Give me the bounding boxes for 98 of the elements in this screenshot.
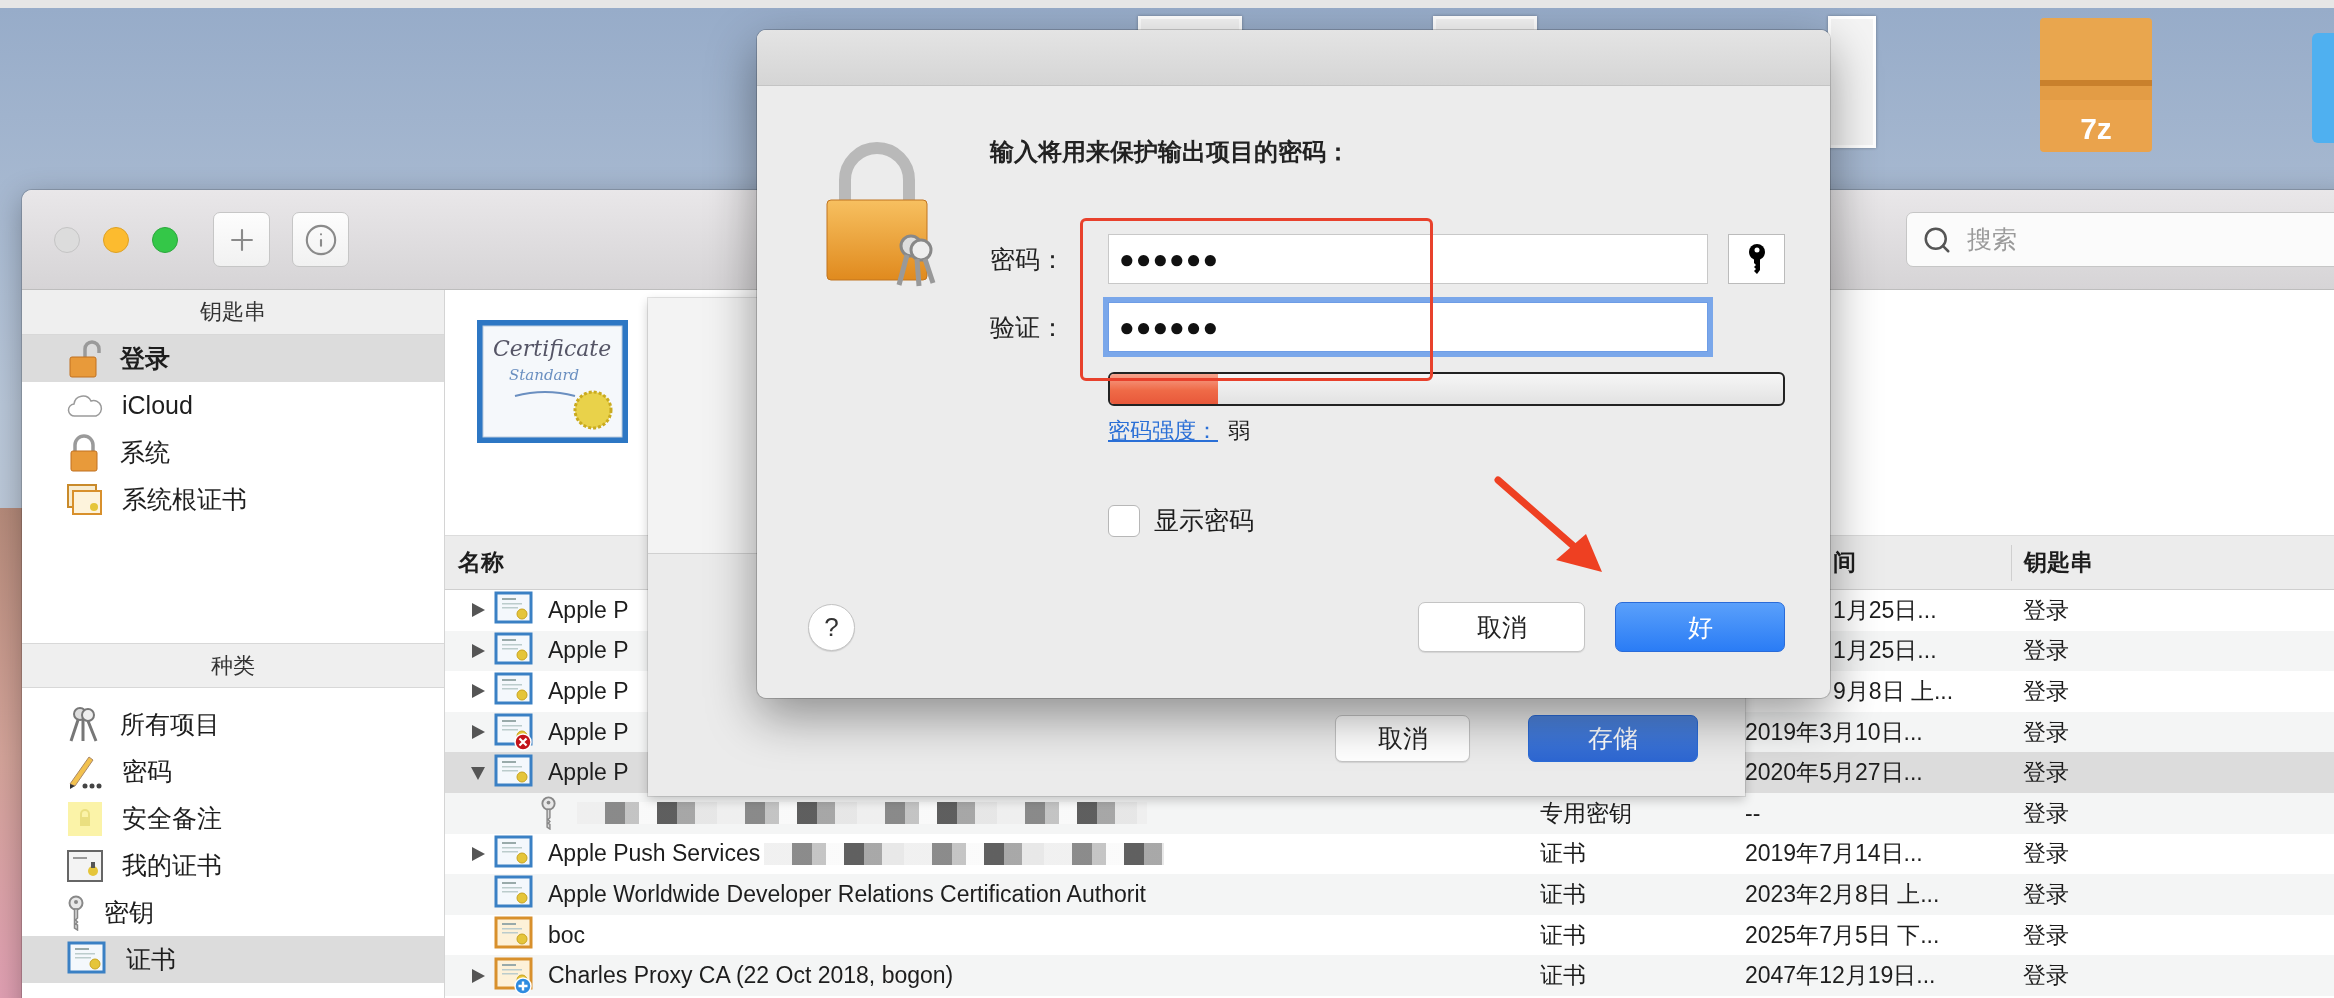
column-header[interactable]: 名称: [445, 547, 504, 578]
info-icon: [303, 222, 338, 257]
table-cell: 证书: [1540, 921, 1586, 948]
table-cell-text: 1月25日...: [1832, 596, 1937, 623]
add-button[interactable]: [213, 212, 270, 267]
table-cell: 证书: [1540, 840, 1586, 867]
sidebar-item-label: 系统根证书: [122, 484, 247, 515]
cancel-button[interactable]: 取消: [1335, 715, 1470, 762]
column-header[interactable]: 钥匙串: [2024, 547, 2093, 578]
table-cell-text: 9月8日 上...: [1832, 678, 1954, 704]
table-cell-text: 登录: [2022, 718, 2069, 745]
sidebar-item[interactable]: 登录: [22, 335, 444, 382]
table-cell: 2020年5月27日...: [1745, 759, 1923, 786]
certificate-stack-icon: [67, 483, 103, 516]
table-cell: 专用密钥: [1540, 799, 1632, 826]
sidebar-item-label: 我的证书: [122, 850, 222, 881]
sidebar-item[interactable]: 证书: [22, 936, 444, 983]
table-cell: 证书: [1540, 880, 1586, 907]
help-button[interactable]: ?: [808, 603, 855, 651]
password-field[interactable]: ●●●●●●: [1108, 302, 1708, 352]
sidebar-header: 钥匙串: [22, 290, 444, 335]
disclosure-triangle-icon[interactable]: [470, 764, 486, 781]
table-cell: 2023年2月8日 上...: [1745, 880, 1940, 907]
table-cell-text: 登录: [2022, 759, 2069, 786]
disclosure-triangle-icon[interactable]: [470, 845, 486, 862]
sidebar-item-label: iCloud: [122, 391, 193, 420]
sidebar-item[interactable]: 系统: [22, 429, 444, 476]
table-cell-text: 登录: [2022, 840, 2069, 867]
table-cell-text: Apple P: [547, 596, 629, 624]
certificate-icon: [67, 849, 103, 882]
table-row[interactable]: 专用密钥 -- 登录: [445, 792, 2334, 834]
table-cell-text: Apple Push Services: [547, 840, 761, 868]
sidebar-item[interactable]: 我的证书: [22, 842, 444, 889]
key-icon: [67, 894, 85, 931]
sidebar-item[interactable]: iCloud: [22, 382, 444, 429]
search-field[interactable]: 搜索: [1906, 212, 2334, 267]
table-cell-text: 登录: [2022, 921, 2069, 948]
table-cell-text: Apple P: [547, 678, 629, 705]
checkbox-label: 显示密码: [1154, 505, 1254, 536]
sidebar-item-label: 登录: [120, 343, 170, 374]
table-cell-text: 1月25日...: [1832, 637, 1937, 664]
unlocked-padlock-icon: [67, 339, 101, 378]
table-cell-text: boc: [547, 921, 586, 949]
table-cell-text: Apple Worldwide Developer Relations Certification Authorit: [547, 880, 1146, 908]
key-button[interactable]: [1728, 234, 1785, 284]
password-field[interactable]: ●●●●●●: [1108, 234, 1708, 284]
sidebar-item[interactable]: 密码: [22, 748, 444, 795]
table-cell-text: 登录: [2022, 637, 2069, 664]
table-row[interactable]: Charles Proxy CA (22 Oct 2018, bogon) 证书 2047年12月19日... 登录: [445, 955, 2334, 996]
disclosure-triangle-icon[interactable]: [470, 724, 486, 741]
sidebar-item-label: 安全备注: [122, 803, 222, 834]
file-type-label: 7z: [2080, 112, 2112, 146]
save-button[interactable]: 存储: [1528, 715, 1698, 762]
table-cell-text: 登录: [2022, 799, 2069, 826]
table-cell-text: Apple P: [547, 637, 629, 665]
sidebar-item-label: 系统: [120, 437, 170, 468]
sidebar-item[interactable]: 安全备注: [22, 795, 444, 842]
table-cell-text: 登录: [2022, 596, 2069, 623]
sidebar-item-label: 所有项目: [120, 709, 220, 740]
sidebar-item-label: 证书: [126, 944, 176, 975]
disclosure-triangle-icon[interactable]: [470, 642, 486, 659]
disclosure-triangle-icon[interactable]: [470, 683, 486, 700]
strength-value: 弱: [1228, 417, 1250, 445]
table-cell: 2047年12月19日...: [1745, 962, 1936, 989]
certificate-icon: [494, 956, 534, 995]
sidebar-item-label: 密钥: [104, 897, 154, 928]
key-icon: [540, 796, 557, 831]
table-cell-text: Charles Proxy CA (22 Oct 2018, bogon): [547, 962, 954, 990]
table-cell: 2025年7月5日 下...: [1745, 921, 1940, 948]
field-label: 验证：: [990, 311, 1066, 343]
field-label: 密码：: [990, 243, 1066, 275]
certificate-title: Certificate: [493, 336, 612, 361]
table-cell: 2019年3月10日...: [1745, 718, 1923, 745]
dialog-prompt: 输入将用来保护输出项目的密码：: [990, 137, 1351, 167]
table-row[interactable]: Apple Worldwide Developer Relations Certification Authorit 证书 2023年2月8日 上... 登录: [445, 874, 2334, 915]
table-cell-text: 登录: [2022, 678, 2069, 704]
strength-link[interactable]: 密码强度：: [1108, 416, 1218, 446]
certificate-subtitle: Standard: [509, 366, 580, 384]
disclosure-triangle-icon[interactable]: [470, 602, 486, 619]
table-cell: --: [1745, 799, 1761, 826]
sidebar-item[interactable]: 密钥: [22, 889, 444, 936]
cancel-button[interactable]: 取消: [1418, 602, 1585, 652]
padlock-icon: [67, 433, 101, 472]
cloud-icon: [67, 393, 103, 418]
table-cell-text: Apple P: [547, 718, 629, 746]
disclosure-triangle-icon[interactable]: [470, 967, 486, 984]
table-cell: 2019年7月14日...: [1745, 840, 1923, 867]
sidebar-header: 种类: [22, 643, 444, 688]
table-cell-text: Apple P: [547, 759, 629, 787]
info-button[interactable]: [292, 212, 349, 267]
sidebar-item[interactable]: 所有项目: [22, 701, 444, 748]
table-cell-text: 登录: [2022, 962, 2069, 989]
sidebar-item-label: 密码: [122, 756, 172, 787]
sidebar-item[interactable]: 系统根证书: [22, 476, 444, 523]
secure-note-icon: [67, 800, 103, 837]
table-cell-text: 登录: [2022, 880, 2069, 907]
show-password-checkbox[interactable]: [1108, 504, 1140, 537]
table-cell: 证书: [1540, 962, 1586, 989]
